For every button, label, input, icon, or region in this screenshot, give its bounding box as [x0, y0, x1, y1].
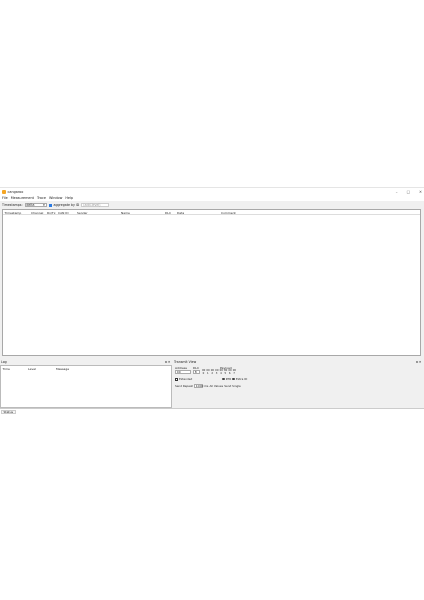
timestamps-label: Timestamps: [2, 203, 23, 207]
trace-table[interactable]: Timestamp Channel Rx/Tx CAN ID Sender Na… [2, 209, 421, 356]
rtr-radio[interactable] [222, 377, 225, 381]
extended-option[interactable]: Extended [175, 377, 192, 381]
dlc-spinbox[interactable]: 8 [193, 370, 200, 374]
app-window: cangaroo – □ ✕ File Measurement Trace Wi… [0, 187, 424, 514]
address-input[interactable]: 00 [175, 370, 191, 374]
log-dock-title: Log ⧉✕ [1, 360, 172, 364]
window-controls: – □ ✕ [396, 188, 422, 195]
close-button[interactable]: ✕ [419, 190, 422, 194]
menu-help[interactable]: Help [65, 196, 73, 200]
send-repeat-label: Send Repeat [175, 384, 193, 388]
transmit-dock-controls[interactable]: ⧉✕ [416, 360, 422, 364]
byte-index-1: 1 [206, 372, 209, 375]
rtr-label: RTR [225, 377, 232, 381]
aggregate-checkbox[interactable] [48, 203, 52, 207]
window-title: cangaroo [7, 189, 24, 194]
byte-index-6: 6 [228, 372, 231, 375]
aggregate-label: aggregate by ID [53, 203, 80, 207]
log-dock-controls[interactable]: ⧉✕ [165, 360, 171, 364]
byte-index-3: 3 [215, 372, 218, 375]
log-title: Log [1, 360, 7, 364]
status-tab-label: Status [3, 410, 14, 414]
col-timestamp[interactable]: Timestamp [5, 211, 22, 215]
extended-checkbox[interactable] [175, 377, 178, 381]
menu-trace[interactable]: Trace [37, 196, 46, 200]
menu-bar: File Measurement Trace Window Help [0, 195, 424, 201]
log-panel[interactable]: Time Level Message [0, 365, 172, 408]
app-icon [1, 189, 6, 194]
timestamps-value: delta [26, 203, 35, 207]
extended-label: Extended [179, 377, 193, 381]
col-sender[interactable]: Sender [77, 211, 88, 215]
chevron-down-icon: ▾ [43, 203, 45, 207]
byte-index-2: 2 [211, 372, 213, 375]
minimize-button[interactable]: – [396, 190, 398, 194]
col-dlc[interactable]: DLC [165, 211, 171, 215]
filter-placeholder: (add-level) [83, 203, 101, 207]
menu-measurement[interactable]: Measurement [11, 196, 34, 200]
col-rxtx[interactable]: Rx/Tx [47, 211, 55, 215]
log-col-message[interactable]: Message [56, 367, 69, 371]
byte-index-0: 0 [202, 372, 205, 375]
payload-byte-indices: 0 1 2 3 4 5 6 7 [202, 372, 236, 376]
menu-window[interactable]: Window [49, 196, 62, 200]
address-value: 00 [176, 370, 181, 374]
send-single-button[interactable]: Send Single [224, 384, 241, 388]
col-comment[interactable]: Comment [221, 211, 236, 215]
dlc-value: 8 [194, 370, 197, 374]
trace-header: Timestamp Channel Rx/Tx CAN ID Sender Na… [3, 210, 420, 215]
rtr-option[interactable]: RTR Extra ID [222, 377, 247, 381]
trace-toolbar: Timestamps: delta ▾ aggregate by ID (add… [0, 202, 424, 208]
filter-input[interactable]: (add-level) [81, 202, 110, 208]
log-col-time[interactable]: Time [3, 367, 10, 371]
transmit-dock-title: Transmit View ⧉✕ [174, 360, 423, 364]
timestamps-select[interactable]: delta ▾ [24, 202, 47, 208]
byte-index-5: 5 [224, 372, 227, 375]
byte-index-4: 4 [220, 372, 222, 375]
send-interval-input[interactable]: 1000 [193, 384, 204, 388]
extra-radio[interactable] [232, 377, 235, 381]
title-bar: cangaroo – □ ✕ [0, 188, 424, 195]
transmit-panel: Address DLC Payload 00 8 00 00 00 00 00 … [174, 365, 424, 408]
all-values-button[interactable]: All Values [210, 384, 224, 388]
col-data[interactable]: Data [177, 211, 184, 215]
status-panel: Status [0, 408, 424, 514]
status-tab[interactable]: Status [1, 410, 16, 414]
send-row: Send Repeat 1000 ms All Values Send Sing… [175, 384, 241, 388]
menu-file[interactable]: File [2, 196, 8, 200]
col-name[interactable]: Name [121, 211, 130, 215]
byte-index-7: 7 [233, 372, 235, 375]
send-interval-value: 1000 [195, 384, 204, 388]
extra-label: Extra ID [236, 377, 248, 381]
log-col-level[interactable]: Level [28, 367, 36, 371]
ms-label: ms [204, 384, 209, 388]
maximize-button[interactable]: □ [407, 190, 410, 194]
transmit-title: Transmit View [174, 360, 197, 364]
col-can-id[interactable]: CAN ID [58, 211, 69, 215]
col-channel[interactable]: Channel [31, 211, 43, 215]
